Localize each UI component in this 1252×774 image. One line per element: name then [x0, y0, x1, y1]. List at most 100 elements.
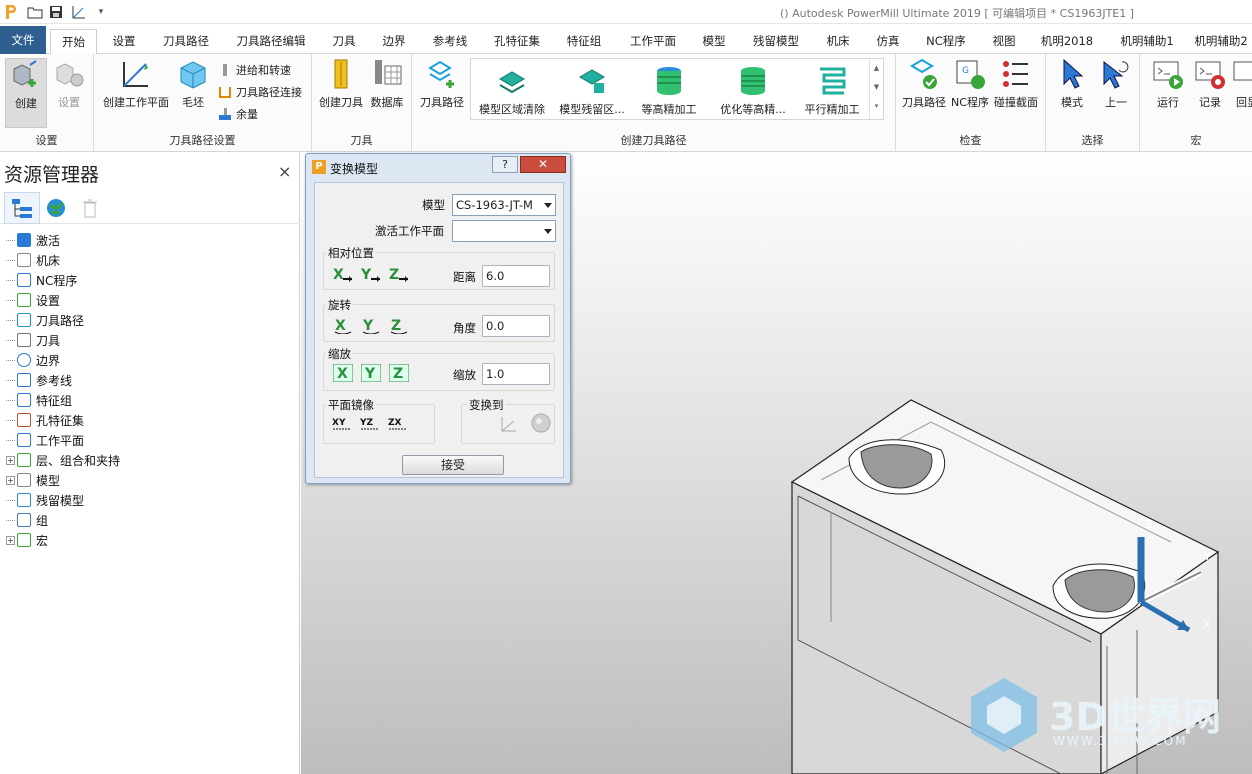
tab-feature-set[interactable]: 特征组: [558, 29, 610, 53]
active-workplane-select[interactable]: [452, 220, 556, 242]
mirror-xy-icon[interactable]: XY: [331, 415, 351, 433]
tab-toolpath-edit[interactable]: 刀具路径编辑: [228, 29, 314, 53]
accept-button[interactable]: 接受: [402, 455, 504, 475]
explorer-item[interactable]: NC程序: [6, 270, 77, 290]
explorer-item[interactable]: 机床: [6, 250, 60, 270]
explorer-item[interactable]: 残留模型: [6, 490, 84, 510]
dialog-title: 变换模型: [330, 162, 379, 176]
explorer-item[interactable]: 组: [6, 510, 48, 530]
explorer-item[interactable]: 特征组: [6, 390, 72, 410]
explorer-item[interactable]: 刀具: [6, 330, 60, 350]
explorer-item[interactable]: 边界: [6, 350, 60, 370]
model-rest-button[interactable]: 模型残留区...: [555, 65, 629, 117]
distance-input[interactable]: 6.0: [482, 265, 550, 287]
explorer-item[interactable]: + 模型: [6, 470, 60, 490]
delete-icon[interactable]: [82, 198, 100, 218]
explorer-item[interactable]: + 层、组合和夹持: [6, 450, 120, 470]
raster-finishing-button[interactable]: 平行精加工: [801, 65, 863, 117]
tab-jiming-2018[interactable]: 机明2018: [1034, 29, 1100, 53]
expand-toggle-icon[interactable]: +: [6, 535, 15, 545]
tool-database-label: 数据库: [370, 96, 404, 109]
transform-to-workplane-icon[interactable]: [499, 415, 519, 433]
tab-nc-program[interactable]: NC程序: [918, 29, 974, 53]
model-select[interactable]: CS-1963-JT-M: [452, 194, 556, 216]
explorer-item[interactable]: 孔特征集: [6, 410, 84, 430]
explorer-item[interactable]: 设置: [6, 290, 60, 310]
open-folder-icon[interactable]: [26, 3, 44, 21]
explorer-item[interactable]: 参考线: [6, 370, 72, 390]
app-logo-icon[interactable]: [2, 3, 20, 21]
create-tool-button[interactable]: 创建刀具: [316, 58, 366, 110]
thickness-button[interactable]: 余量: [218, 106, 258, 122]
explorer-item[interactable]: 刀具路径: [6, 310, 84, 330]
explorer-close-icon[interactable]: ×: [278, 162, 291, 181]
help-button[interactable]: ?: [492, 156, 518, 173]
expand-toggle-icon[interactable]: +: [6, 455, 15, 465]
toolpath-button[interactable]: 刀具路径: [418, 58, 466, 110]
tab-home[interactable]: 开始: [50, 29, 97, 55]
model-area-clearance-button[interactable]: 模型区域清除: [473, 65, 551, 117]
rotate-z-icon[interactable]: Z: [389, 316, 409, 335]
tool-database-button[interactable]: 数据库: [368, 58, 406, 110]
create-workplane-button[interactable]: 创建工作平面: [100, 58, 172, 110]
tab-simulation[interactable]: 仿真: [868, 29, 908, 53]
macro-record-button[interactable]: 记录: [1192, 58, 1228, 110]
feeds-speeds-button[interactable]: 进给和转速: [218, 62, 291, 78]
workplane-quick-icon[interactable]: [68, 3, 90, 21]
collision-section-button[interactable]: 碰撞截面: [992, 58, 1040, 110]
tree-connector: [6, 279, 15, 281]
close-button[interactable]: ✕: [520, 156, 566, 173]
scale-input[interactable]: 1.0: [482, 363, 550, 385]
move-z-icon[interactable]: Z: [389, 265, 409, 283]
constant-z-button[interactable]: 等高精加工: [633, 65, 705, 117]
select-mode-button[interactable]: 模式: [1052, 58, 1092, 110]
move-x-icon[interactable]: X: [333, 265, 353, 283]
select-previous-button[interactable]: 上一: [1096, 58, 1136, 110]
tab-jiming-aux2[interactable]: 机明辅助2: [1190, 29, 1252, 53]
macro-run-button[interactable]: 运行: [1148, 58, 1188, 110]
optimised-constant-z-button[interactable]: 优化等高精...: [715, 65, 791, 117]
tab-hole-feature[interactable]: 孔特征集: [486, 29, 548, 53]
gallery-scroll[interactable]: ▲ ▼ ▾: [869, 59, 883, 119]
expand-toggle-icon[interactable]: +: [6, 475, 15, 485]
tab-view[interactable]: 视图: [984, 29, 1024, 53]
scale-y-icon[interactable]: Y: [360, 363, 382, 383]
globe-icon[interactable]: [46, 198, 66, 218]
check-toolpath-button[interactable]: 刀具路径: [900, 58, 948, 110]
save-icon[interactable]: [47, 3, 65, 21]
macro-echo-button[interactable]: 回显: [1232, 58, 1252, 110]
tab-tool[interactable]: 刀具: [324, 29, 364, 53]
quick-access-dropdown-icon[interactable]: ▾: [92, 3, 110, 21]
transform-model-dialog: P 变换模型 ? ✕ 模型 CS-1963-JT-M 激活工作平面 相对位置 X…: [305, 153, 571, 484]
tab-stock-model[interactable]: 残留模型: [746, 29, 806, 53]
group-toolpath-setup: 创建工作平面 毛坯 进给和转速 刀具路径连接 余量 刀具路径设置: [94, 54, 312, 152]
explorer-item[interactable]: 激活: [6, 230, 60, 250]
tab-machine[interactable]: 机床: [818, 29, 858, 53]
tab-toolpaths[interactable]: 刀具路径: [156, 29, 216, 53]
transform-to-origin-icon[interactable]: [531, 413, 551, 433]
toolpath-connections-button[interactable]: 刀具路径连接: [218, 84, 302, 100]
macro-run-icon: [1153, 61, 1183, 89]
create-setup-button[interactable]: 创建: [5, 58, 47, 128]
angle-input[interactable]: 0.0: [482, 315, 550, 337]
tab-workplane[interactable]: 工作平面: [622, 29, 684, 53]
rotate-y-icon[interactable]: Y: [361, 316, 381, 335]
block-button[interactable]: 毛坯: [174, 58, 212, 110]
move-y-icon[interactable]: Y: [360, 265, 381, 283]
mirror-zx-icon[interactable]: ZX: [387, 415, 407, 433]
scale-z-icon[interactable]: Z: [388, 363, 410, 383]
tab-pattern[interactable]: 参考线: [424, 29, 476, 53]
check-nc-button[interactable]: G NC程序: [950, 58, 990, 110]
explorer-item[interactable]: 工作平面: [6, 430, 84, 450]
rotate-x-icon[interactable]: X: [333, 316, 353, 335]
tab-jiming-aux1[interactable]: 机明辅助1: [1112, 29, 1182, 53]
scale-x-icon[interactable]: X: [332, 363, 354, 383]
tab-model[interactable]: 模型: [696, 29, 732, 53]
tree-view-icon[interactable]: [4, 192, 40, 224]
explorer-item[interactable]: + 宏: [6, 530, 48, 550]
tab-settings[interactable]: 设置: [104, 29, 144, 53]
setup-settings-button[interactable]: 设置: [50, 58, 88, 110]
mirror-yz-icon[interactable]: YZ: [359, 415, 379, 433]
tab-boundary[interactable]: 边界: [374, 29, 414, 53]
tab-file[interactable]: 文件: [0, 26, 46, 54]
